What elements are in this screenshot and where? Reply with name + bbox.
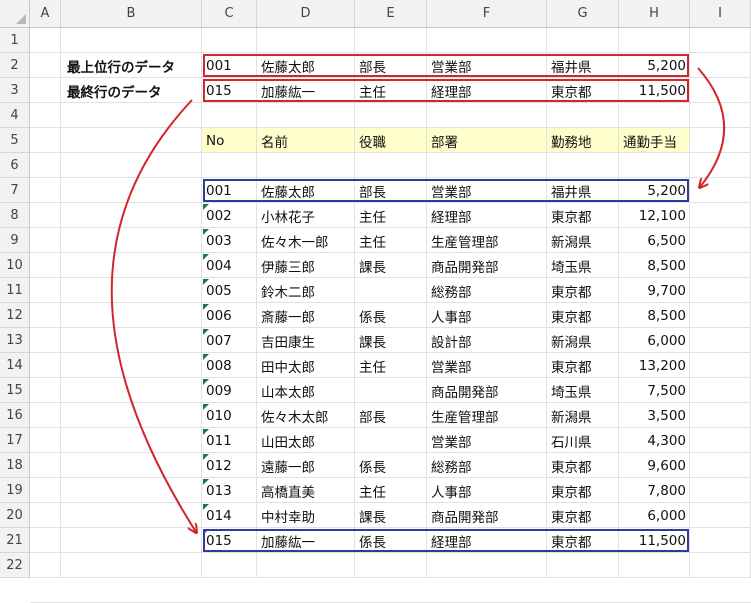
arrow-top-to-first-row [697,67,726,187]
arrow-overlay [110,67,726,583]
arrow-last-to-last-row [110,99,196,532]
